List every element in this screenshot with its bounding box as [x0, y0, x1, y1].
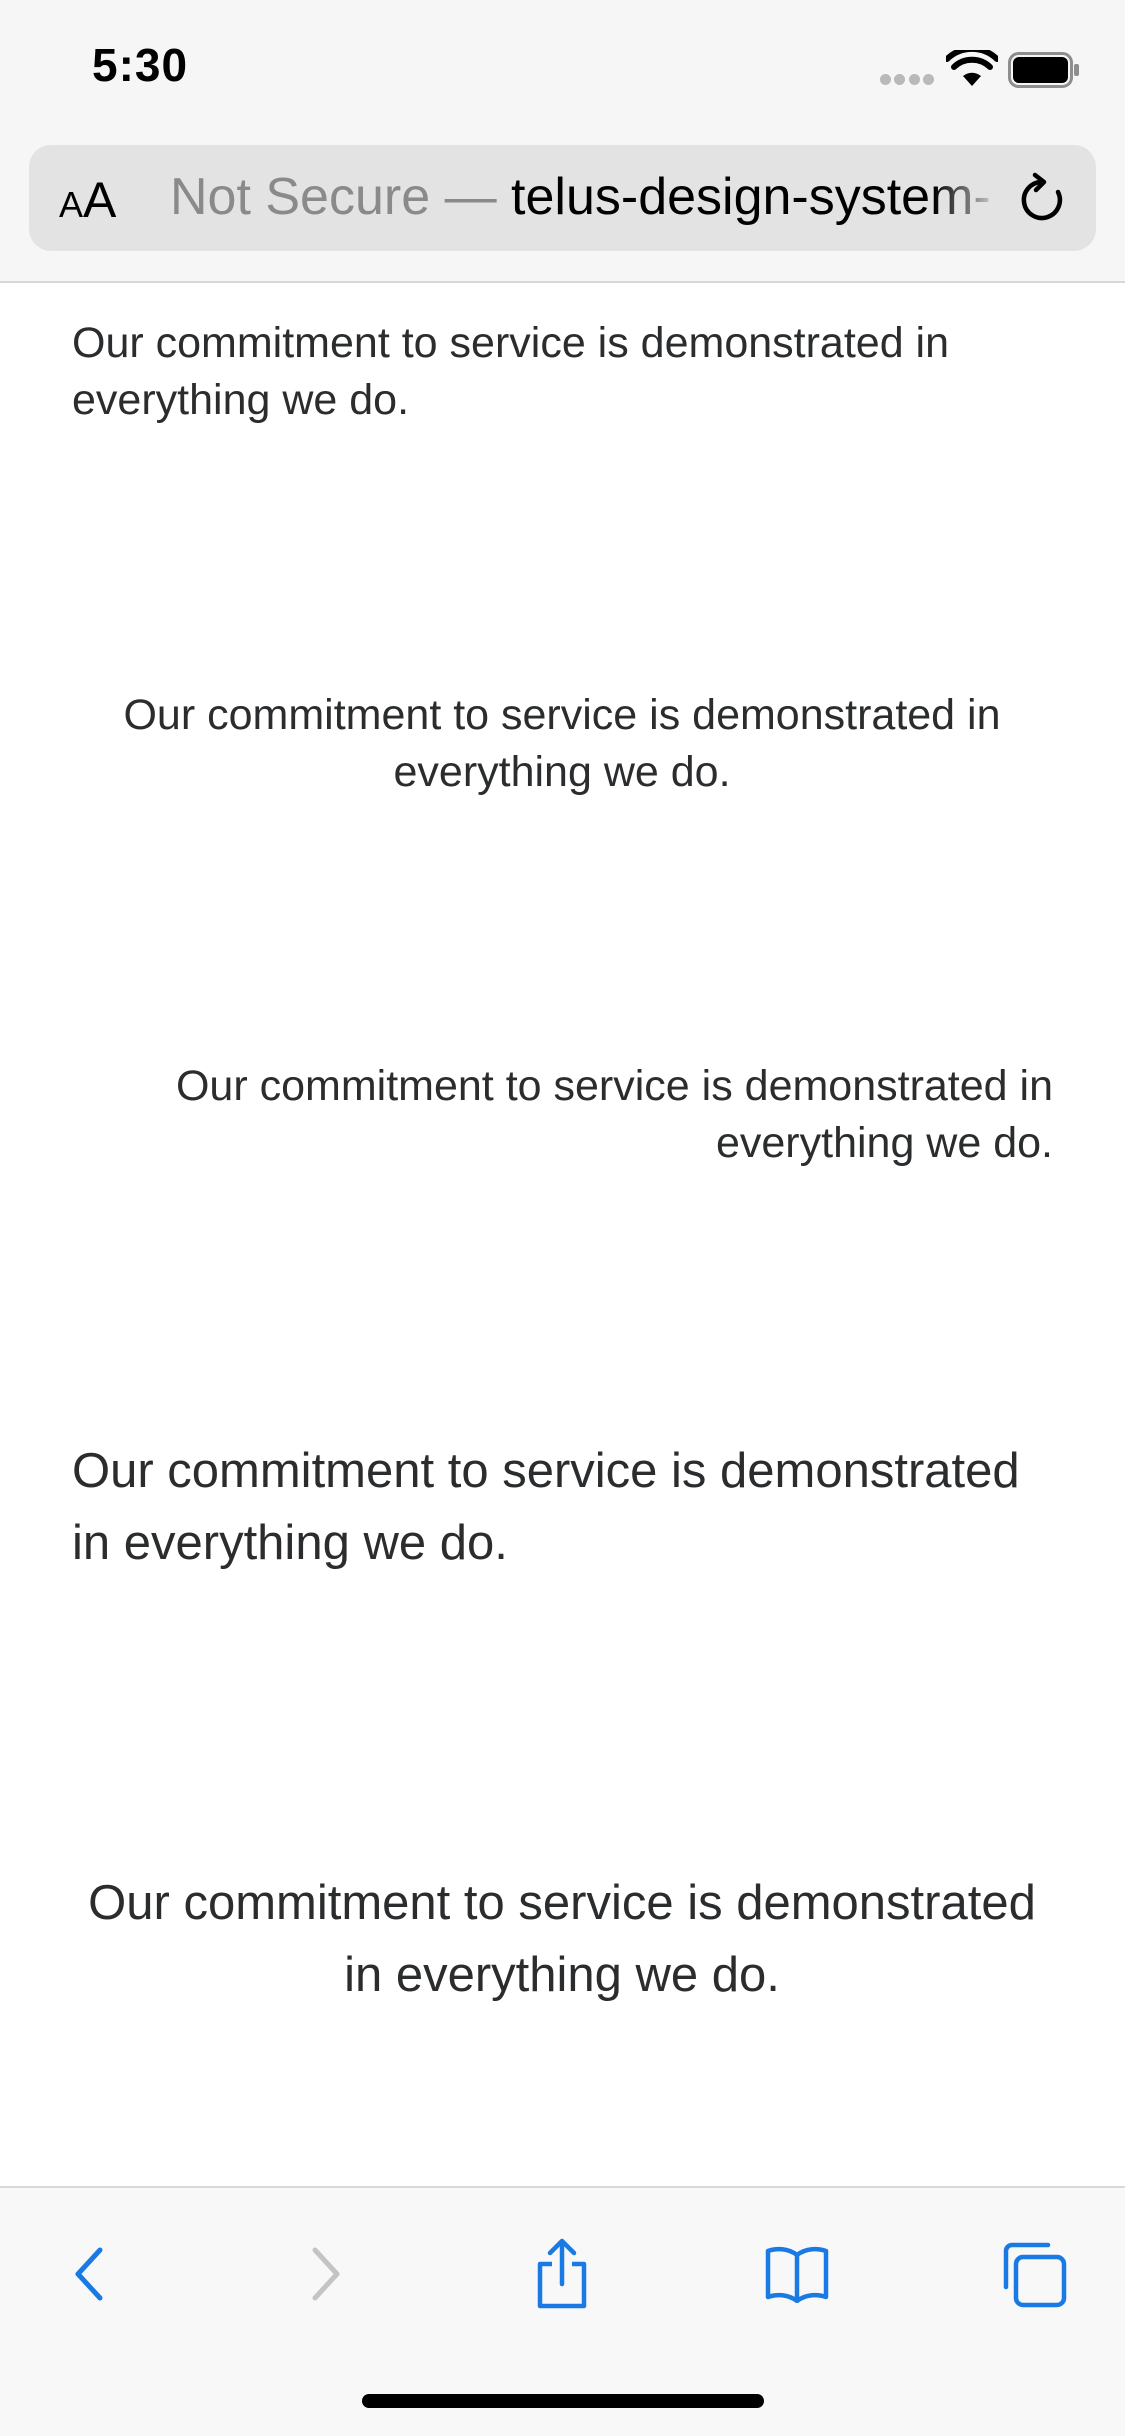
page-settings-button[interactable]: A A [59, 171, 149, 228]
status-bar: 5:30 [0, 0, 1125, 135]
chevron-left-icon [75, 2247, 103, 2301]
battery-icon [1008, 52, 1079, 88]
browser-top-bar: A A Not Secure — telus-design-system- [0, 135, 1125, 283]
paragraph-right-small: Our commitment to service is demonstrate… [175, 1062, 1053, 1167]
paragraph-left-large: Our commitment to service is demonstrate… [72, 1444, 1020, 1570]
url-host: telus-design-system- [511, 168, 991, 226]
status-time: 5:30 [92, 39, 189, 91]
cellular-signal-icon [880, 74, 934, 86]
share-icon [537, 2238, 587, 2309]
back-button[interactable] [45, 2234, 135, 2314]
wifi-icon [946, 50, 998, 86]
tabs-button[interactable] [988, 2234, 1078, 2314]
bookmarks-button[interactable] [752, 2234, 842, 2314]
home-indicator[interactable] [362, 2394, 764, 2408]
page-content: Our commitment to service is demonstrate… [0, 285, 1125, 2185]
paragraph-center-small: Our commitment to service is demonstrate… [123, 691, 1001, 796]
paragraph-left-small: Our commitment to service is demonstrate… [72, 319, 950, 424]
book-icon [765, 2246, 829, 2303]
reload-icon[interactable] [1014, 172, 1070, 228]
chevron-right-icon [312, 2247, 340, 2301]
security-label: Not Secure — [170, 168, 512, 226]
paragraph-center-large: Our commitment to service is demonstrate… [88, 1876, 1036, 2002]
address-bar[interactable]: A A Not Secure — telus-design-system- [29, 145, 1096, 251]
tabs-icon [1003, 2242, 1067, 2308]
share-button[interactable] [517, 2234, 607, 2314]
url-field[interactable]: Not Secure — telus-design-system- [170, 167, 1000, 227]
forward-button[interactable] [280, 2234, 370, 2314]
